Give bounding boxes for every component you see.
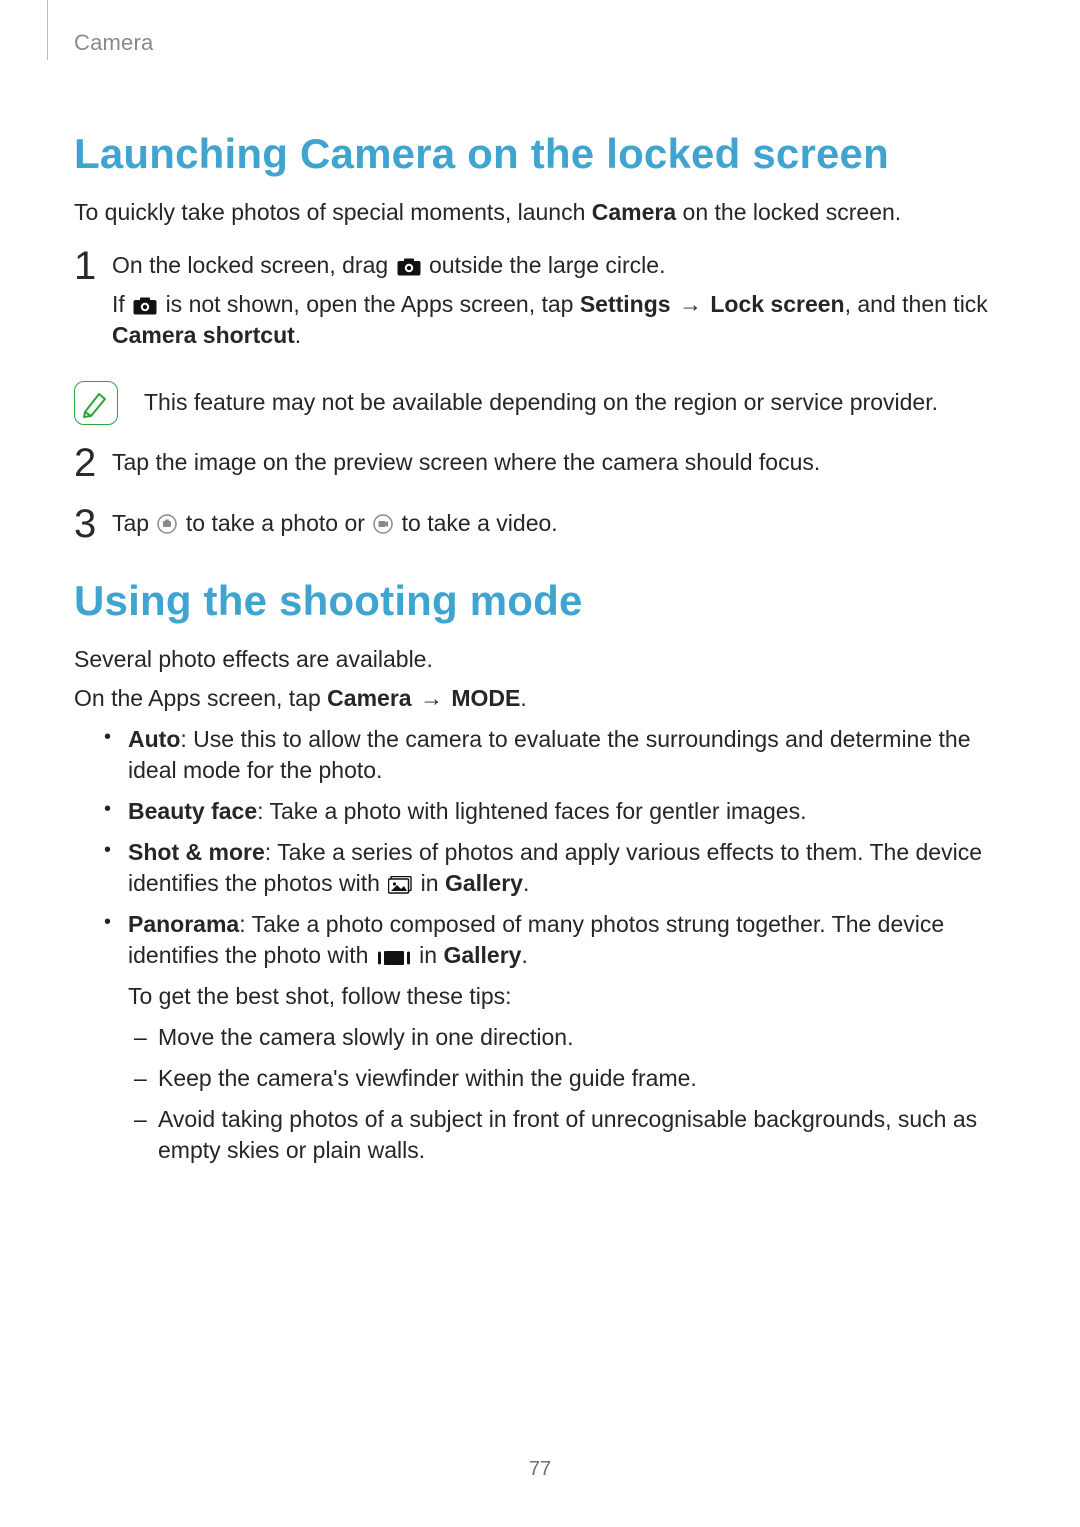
text: Tap [112, 510, 155, 536]
mode-name: Panorama [128, 911, 239, 937]
text: If [112, 291, 131, 317]
step-number: 3 [74, 504, 112, 544]
note-text: This feature may not be available depend… [144, 387, 1006, 418]
step-1: 1 On the locked screen, drag outside the… [74, 250, 1006, 359]
tip-1: Move the camera slowly in one direction. [128, 1022, 1006, 1053]
mode-list: Auto: Use this to allow the camera to ev… [100, 724, 1006, 1167]
bold-settings: Settings [580, 291, 671, 317]
text: On the locked screen, drag [112, 252, 395, 278]
step-3: 3 Tap to take a photo or to take a video… [74, 508, 1006, 547]
mode-desc: : Take a photo with lightened faces for … [257, 798, 806, 824]
section1-intro: To quickly take photos of special moment… [74, 197, 1006, 228]
text: To quickly take photos of special moment… [74, 199, 592, 225]
text: . [521, 942, 527, 968]
running-header: Camera [74, 30, 153, 56]
mode-desc: : Use this to allow the camera to evalua… [128, 726, 971, 783]
step-body: Tap the image on the preview screen wher… [112, 447, 1006, 486]
step1-line1: On the locked screen, drag outside the l… [112, 250, 1006, 281]
bold-lockscreen: Lock screen [710, 291, 844, 317]
bold-gallery: Gallery [445, 870, 523, 896]
step3-text: Tap to take a photo or to take a video. [112, 508, 1006, 539]
section2-path: On the Apps screen, tap Camera → MODE. [74, 683, 1006, 714]
tip-2: Keep the camera's viewfinder within the … [128, 1063, 1006, 1094]
page-number: 77 [0, 1458, 1080, 1481]
bold-mode: MODE [451, 685, 520, 711]
mode-name: Beauty face [128, 798, 257, 824]
mode-name: Shot & more [128, 839, 265, 865]
camera-icon [397, 258, 421, 276]
shutter-icon [157, 514, 177, 534]
text: in [421, 870, 445, 896]
panorama-tips-intro: To get the best shot, follow these tips: [128, 981, 1006, 1012]
arrow: → [412, 685, 452, 711]
step2-text: Tap the image on the preview screen wher… [112, 447, 1006, 478]
text: to take a photo or [186, 510, 371, 536]
mode-auto: Auto: Use this to allow the camera to ev… [100, 724, 1006, 786]
bold-camera: Camera [327, 685, 411, 711]
corner-rule [47, 0, 48, 60]
text: . [520, 685, 526, 711]
text: to take a video. [402, 510, 558, 536]
text: , and then tick [845, 291, 988, 317]
camera-icon [133, 297, 157, 315]
mode-shot-and-more: Shot & more: Take a series of photos and… [100, 837, 1006, 899]
text: is not shown, open the Apps screen, tap [166, 291, 580, 317]
panorama-tips: Move the camera slowly in one direction.… [128, 1022, 1006, 1166]
page: Camera Launching Camera on the locked sc… [0, 0, 1080, 1527]
photo-stack-icon [388, 876, 412, 894]
step-number: 2 [74, 443, 112, 483]
step-number: 1 [74, 246, 112, 286]
tip-3: Avoid taking photos of a subject in fron… [128, 1104, 1006, 1166]
note: This feature may not be available depend… [74, 381, 1006, 425]
section-title-launching: Launching Camera on the locked screen [74, 126, 1006, 183]
arrow: → [671, 291, 711, 317]
bold-gallery: Gallery [443, 942, 521, 968]
bold-camera: Camera [592, 199, 676, 225]
panorama-icon [377, 950, 411, 966]
text: . [523, 870, 529, 896]
mode-beauty-face: Beauty face: Take a photo with lightened… [100, 796, 1006, 827]
mode-panorama: Panorama: Take a photo composed of many … [100, 909, 1006, 1166]
text: . [295, 322, 301, 348]
text: outside the large circle. [429, 252, 666, 278]
page-content: Launching Camera on the locked screen To… [0, 0, 1080, 1166]
section-title-shooting-mode: Using the shooting mode [74, 573, 1006, 630]
text: in [419, 942, 443, 968]
bold-camera-shortcut: Camera shortcut [112, 322, 295, 348]
section2-intro: Several photo effects are available. [74, 644, 1006, 675]
note-icon [74, 381, 118, 425]
step-body: On the locked screen, drag outside the l… [112, 250, 1006, 359]
text: on the locked screen. [676, 199, 901, 225]
text: On the Apps screen, tap [74, 685, 327, 711]
mode-desc: : Take a photo composed of many photos s… [128, 911, 944, 968]
step-body: Tap to take a photo or to take a video. [112, 508, 1006, 547]
mode-name: Auto [128, 726, 180, 752]
step-2: 2 Tap the image on the preview screen wh… [74, 447, 1006, 486]
step1-line2: If is not shown, open the Apps screen, t… [112, 289, 1006, 351]
record-icon [373, 514, 393, 534]
